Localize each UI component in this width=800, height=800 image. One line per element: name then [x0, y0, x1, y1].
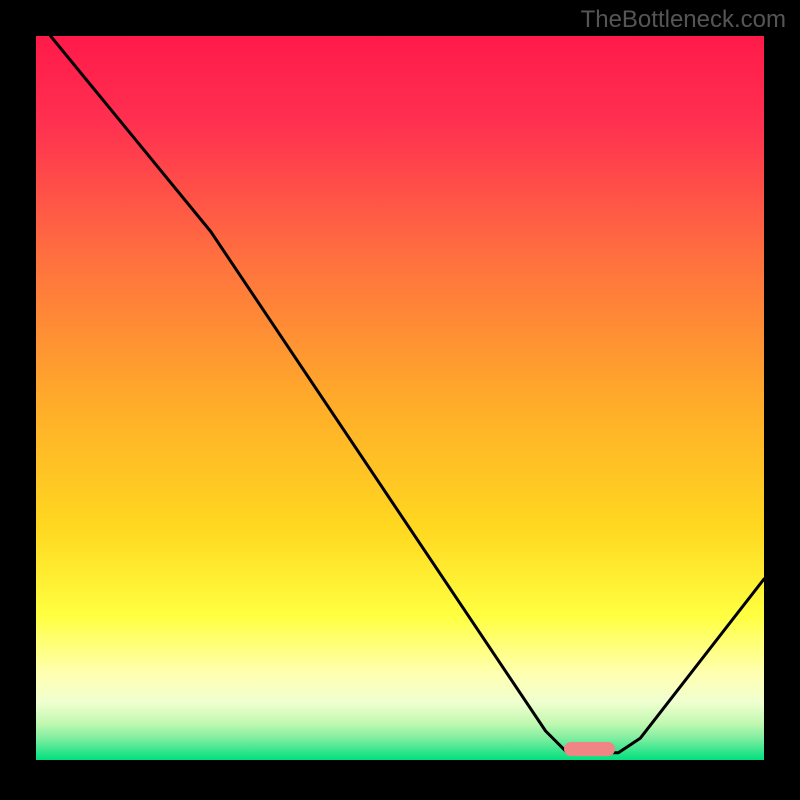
watermark-text: TheBottleneck.com	[581, 6, 786, 34]
bottleneck-curve	[36, 36, 764, 760]
optimal-marker	[564, 742, 615, 756]
chart-area	[36, 36, 764, 760]
